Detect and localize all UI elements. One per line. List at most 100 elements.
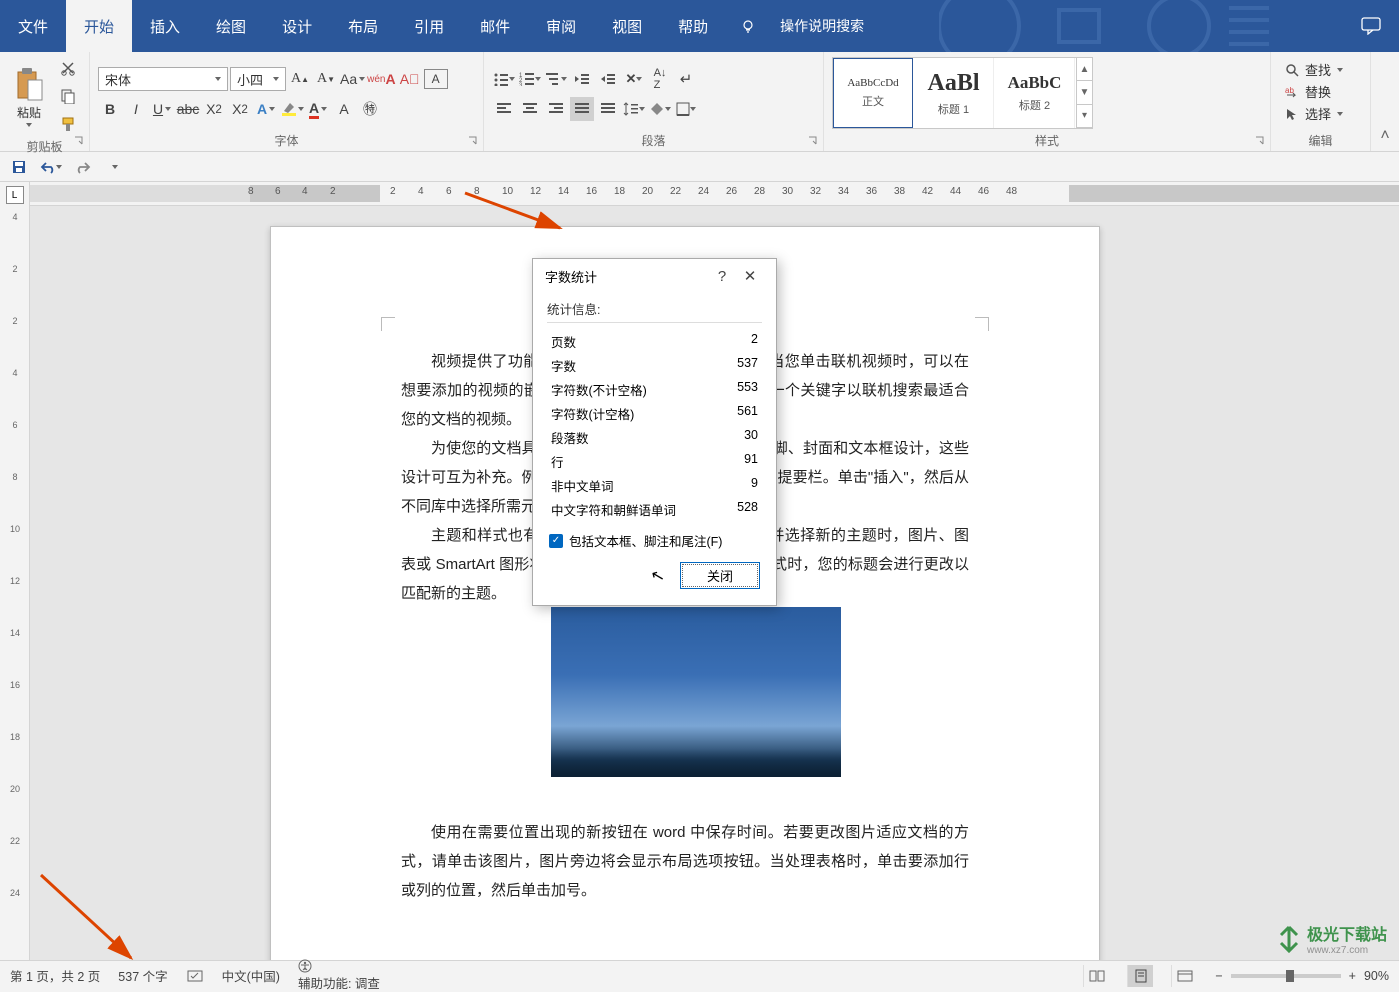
embedded-image[interactable] [551, 607, 841, 777]
styles-gallery[interactable]: AaBbCcDd 正文 AaBl 标题 1 AaBbC 标题 2 ▲ ▼ ▾ [832, 57, 1093, 129]
header-decoration [939, 0, 1289, 52]
align-right-button[interactable] [544, 97, 568, 121]
quick-access-toolbar [0, 152, 1399, 182]
tab-mailings[interactable]: 邮件 [462, 0, 528, 52]
gallery-down-icon[interactable]: ▼ [1077, 81, 1092, 104]
font-color-button[interactable]: A [306, 97, 330, 121]
tab-references[interactable]: 引用 [396, 0, 462, 52]
font-name-select[interactable]: 宋体 [98, 67, 228, 91]
tab-view[interactable]: 视图 [594, 0, 660, 52]
style-normal[interactable]: AaBbCcDd 正文 [833, 58, 913, 128]
clipboard-launcher-icon[interactable] [74, 136, 86, 148]
styles-launcher-icon[interactable] [1255, 136, 1267, 148]
paragraph-launcher-icon[interactable] [808, 136, 820, 148]
include-textboxes-checkbox[interactable]: ✓ [549, 534, 563, 548]
decrease-indent-button[interactable] [570, 67, 594, 91]
font-launcher-icon[interactable] [468, 136, 480, 148]
tab-layout[interactable]: 布局 [330, 0, 396, 52]
italic-button[interactable]: I [124, 97, 148, 121]
underline-button[interactable]: U [150, 97, 174, 121]
tab-home[interactable]: 开始 [66, 0, 132, 52]
tab-design[interactable]: 设计 [264, 0, 330, 52]
stat-row: 中文字符和朝鲜语单词528 [547, 497, 762, 521]
font-size-select[interactable]: 小四 [230, 67, 286, 91]
stat-row: 行91 [547, 449, 762, 473]
language-indicator[interactable]: 中文(中国) [222, 966, 280, 985]
vertical-ruler[interactable]: L 4224681012141618202224 [0, 182, 30, 960]
character-shading-button[interactable]: A [332, 97, 356, 121]
phonetic-guide-button[interactable]: wénA [367, 67, 395, 91]
copy-button[interactable] [56, 84, 80, 108]
dialog-title: 字数统计 [545, 267, 708, 286]
paste-button[interactable]: 粘贴 [8, 56, 50, 136]
accessibility-indicator[interactable]: 辅助功能: 调查 [298, 959, 380, 992]
tab-stop-selector[interactable]: L [6, 186, 24, 204]
qat-customize-button[interactable] [104, 156, 126, 178]
spellcheck-icon[interactable] [186, 969, 204, 983]
shrink-font-button[interactable]: A▼ [314, 67, 338, 91]
tab-review[interactable]: 审阅 [528, 0, 594, 52]
text-effects-button[interactable]: A [254, 97, 278, 121]
align-center-button[interactable] [518, 97, 542, 121]
web-layout-button[interactable] [1171, 965, 1197, 987]
stat-row: 字符数(计空格)561 [547, 401, 762, 425]
style-heading2[interactable]: AaBbC 标题 2 [995, 58, 1075, 128]
dialog-close-icon[interactable]: ✕ [736, 267, 764, 285]
gallery-up-icon[interactable]: ▲ [1077, 58, 1092, 81]
font-group-label: 字体 [98, 130, 475, 151]
print-layout-button[interactable] [1127, 965, 1153, 987]
gallery-more-icon[interactable]: ▾ [1077, 105, 1092, 128]
paragraph-group-label: 段落 [492, 130, 815, 151]
borders-button[interactable] [674, 97, 698, 121]
redo-button[interactable] [72, 156, 94, 178]
cut-button[interactable] [56, 56, 80, 80]
read-mode-button[interactable] [1083, 965, 1109, 987]
tab-insert[interactable]: 插入 [132, 0, 198, 52]
collapse-ribbon-button[interactable]: ˄ [1371, 52, 1399, 151]
replace-button[interactable]: ab替换 [1285, 82, 1356, 101]
format-painter-button[interactable] [56, 112, 80, 136]
increase-indent-button[interactable] [596, 67, 620, 91]
zoom-slider[interactable] [1231, 974, 1341, 978]
lightbulb-icon [740, 0, 756, 52]
clear-formatting-button[interactable]: A⃠ [398, 67, 422, 91]
clipboard-group-label: 剪贴板 [8, 136, 81, 157]
horizontal-ruler[interactable]: 8642246810121416182022242628303234363842… [30, 182, 1399, 206]
style-heading1[interactable]: AaBl 标题 1 [914, 58, 994, 128]
bullets-button[interactable] [492, 67, 516, 91]
stat-row: 页数2 [547, 329, 762, 353]
tab-help[interactable]: 帮助 [660, 0, 726, 52]
select-button[interactable]: 选择 [1285, 104, 1356, 123]
dialog-close-button[interactable]: 关闭 [680, 562, 760, 589]
grow-font-button[interactable]: A▲ [288, 67, 312, 91]
zoom-in-button[interactable]: + [1349, 969, 1356, 983]
zoom-out-button[interactable]: − [1215, 969, 1222, 983]
sort-button[interactable]: A↓Z [648, 67, 672, 91]
superscript-button[interactable]: X2 [228, 97, 252, 121]
numbering-button[interactable]: 123 [518, 67, 542, 91]
dialog-help-button[interactable]: ? [708, 268, 736, 285]
bold-button[interactable]: B [98, 97, 122, 121]
tab-draw[interactable]: 绘图 [198, 0, 264, 52]
multilevel-list-button[interactable] [544, 67, 568, 91]
asian-layout-button[interactable]: ✕ [622, 67, 646, 91]
comments-icon[interactable] [1361, 17, 1381, 35]
align-left-button[interactable] [492, 97, 516, 121]
change-case-button[interactable]: Aa [340, 67, 365, 91]
line-spacing-button[interactable] [622, 97, 646, 121]
character-border-button[interactable]: A [424, 69, 448, 89]
tell-me-search[interactable]: 操作说明搜索 [762, 0, 882, 52]
distributed-button[interactable] [596, 97, 620, 121]
highlight-button[interactable] [280, 97, 304, 121]
show-marks-button[interactable]: ↵ [674, 67, 698, 91]
subscript-button[interactable]: X2 [202, 97, 226, 121]
enclose-characters-button[interactable]: ㊕ [358, 97, 382, 121]
shading-button[interactable] [648, 97, 672, 121]
tab-file[interactable]: 文件 [0, 0, 66, 52]
align-justify-button[interactable] [570, 97, 594, 121]
undo-button[interactable] [40, 156, 62, 178]
zoom-level[interactable]: 90% [1364, 969, 1389, 983]
find-button[interactable]: 查找 [1285, 60, 1356, 79]
save-button[interactable] [8, 156, 30, 178]
strikethrough-button[interactable]: abc [176, 97, 200, 121]
